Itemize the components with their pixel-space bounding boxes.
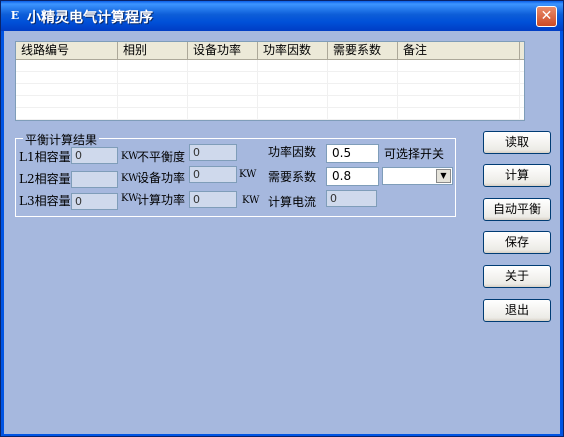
power-factor-input[interactable]: 0.5 xyxy=(326,144,379,163)
demand-factor-label: 需要系数 xyxy=(268,170,317,184)
calculate-button[interactable]: 计算 xyxy=(483,164,551,187)
l3-unit: KW xyxy=(121,193,139,204)
col-phase[interactable]: 相别 xyxy=(118,42,188,59)
demand-factor-input[interactable]: 0.8 xyxy=(326,167,379,186)
app-icon: E xyxy=(10,9,20,22)
close-button[interactable]: ✕ xyxy=(536,6,557,27)
circuit-table[interactable]: 线路编号 相别 设备功率 功率因数 需要系数 备注 xyxy=(15,41,525,121)
calc-current-value: 0 xyxy=(326,190,377,207)
read-button[interactable]: 读取 xyxy=(483,131,551,154)
power-factor-label: 功率因数 xyxy=(268,145,317,159)
balance-result-group: 平衡计算结果 L1相容量 0 KW L2相容量 KW L3相容量 0 KW 不平… xyxy=(15,131,456,217)
l3-capacity-label: L3相容量 xyxy=(19,194,71,208)
device-power-unit: KW xyxy=(239,169,257,180)
app-window: E 小精灵电气计算程序 ✕ 线路编号 相别 设备功率 功率因数 需要系数 备注 … xyxy=(0,0,564,437)
grid-line xyxy=(117,60,118,120)
l1-capacity-label: L1相容量 xyxy=(19,150,71,164)
calc-current-label: 计算电流 xyxy=(268,195,317,209)
device-power-label: 设备功率 xyxy=(137,171,186,185)
group-title: 平衡计算结果 xyxy=(23,131,100,148)
grid-line xyxy=(397,60,398,120)
grid-line xyxy=(257,60,258,120)
device-power-value: 0 xyxy=(189,166,237,183)
col-circuit-no[interactable]: 线路编号 xyxy=(16,42,118,59)
col-device-power[interactable]: 设备功率 xyxy=(188,42,258,59)
col-demand-factor[interactable]: 需要系数 xyxy=(328,42,398,59)
table-header: 线路编号 相别 设备功率 功率因数 需要系数 备注 xyxy=(16,42,524,60)
title-bar[interactable]: E 小精灵电气计算程序 ✕ xyxy=(1,1,563,31)
calc-power-label: 计算功率 xyxy=(137,193,186,207)
save-button[interactable]: 保存 xyxy=(483,231,551,254)
grid-line xyxy=(327,60,328,120)
calc-power-value: 0 xyxy=(189,191,237,208)
l1-capacity-value: 0 xyxy=(71,147,118,164)
close-icon: ✕ xyxy=(540,8,553,24)
l2-capacity-value xyxy=(71,171,118,188)
client-area: 线路编号 相别 设备功率 功率因数 需要系数 备注 平衡计算结果 L1相容量 0… xyxy=(4,31,560,434)
auto-balance-button[interactable]: 自动平衡 xyxy=(483,198,551,221)
l2-unit: KW xyxy=(121,173,139,184)
optional-switch-label: 可选择开关 xyxy=(384,147,445,161)
calc-power-unit: KW xyxy=(242,195,260,206)
about-button[interactable]: 关于 xyxy=(483,265,551,288)
l1-unit: KW xyxy=(121,151,139,162)
col-power-factor[interactable]: 功率因数 xyxy=(258,42,328,59)
grid-line xyxy=(519,60,520,120)
table-body[interactable] xyxy=(16,60,524,120)
window-title: 小精灵电气计算程序 xyxy=(27,10,153,26)
chevron-down-icon[interactable]: ▼ xyxy=(436,169,451,183)
col-remark[interactable]: 备注 xyxy=(398,42,520,59)
exit-button[interactable]: 退出 xyxy=(483,299,551,322)
grid-line xyxy=(187,60,188,120)
switch-select[interactable]: ▼ xyxy=(382,167,453,185)
unbalance-label: 不平衡度 xyxy=(137,150,186,164)
unbalance-value: 0 xyxy=(189,144,237,161)
l2-capacity-label: L2相容量 xyxy=(19,172,71,186)
l3-capacity-value: 0 xyxy=(71,193,118,210)
